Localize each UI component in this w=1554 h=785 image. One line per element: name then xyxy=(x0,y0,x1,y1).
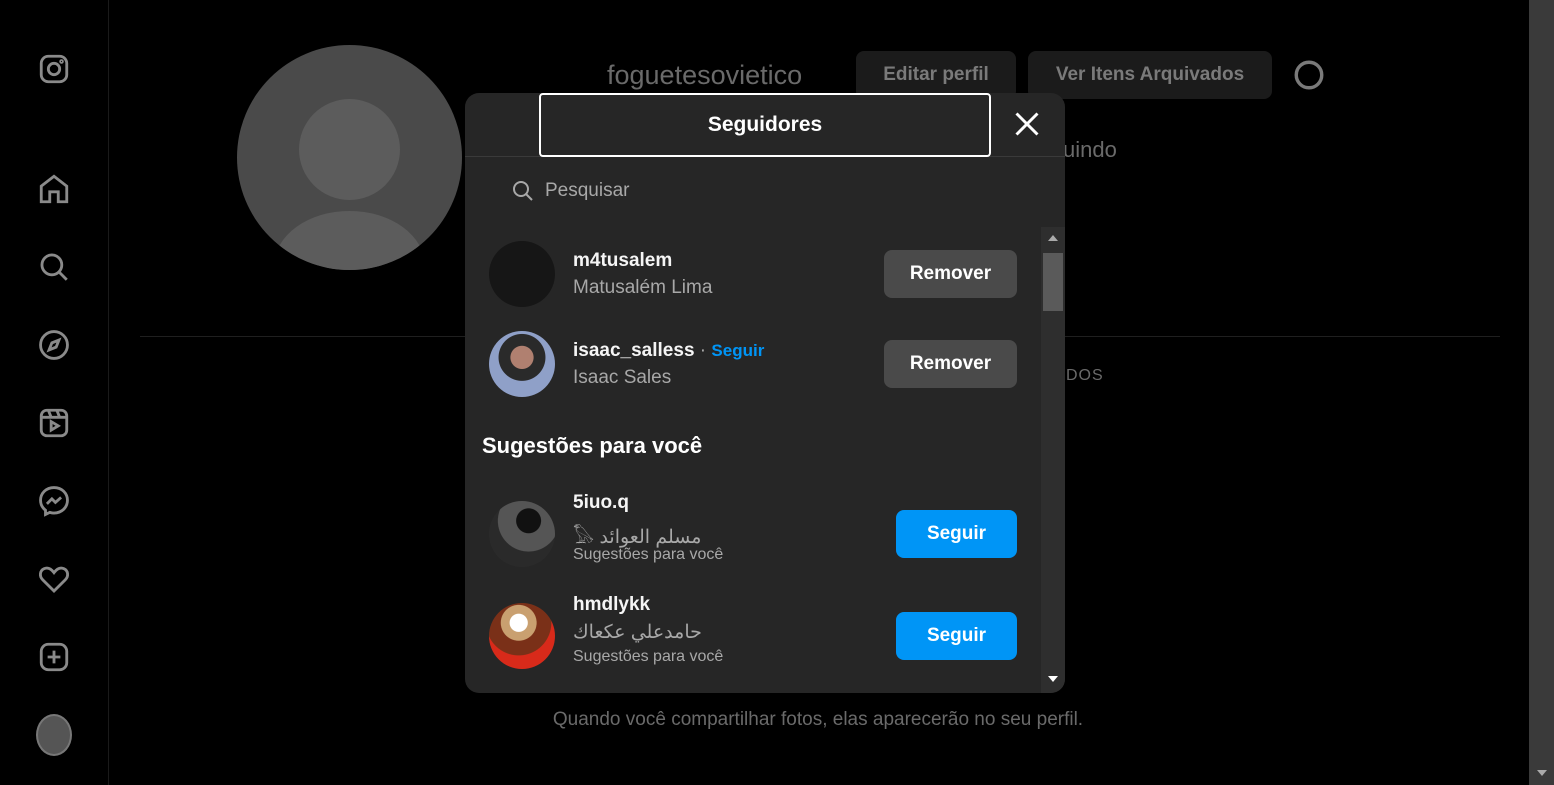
profile-avatar[interactable] xyxy=(237,45,462,270)
search-icon xyxy=(513,181,533,201)
home-icon[interactable] xyxy=(36,171,72,207)
modal-title: Seguidores xyxy=(539,93,991,157)
suggestion-subtitle: Sugestões para você xyxy=(573,546,724,563)
empty-posts-text: Quando você compartilhar fotos, elas apa… xyxy=(552,709,1084,730)
avatar[interactable] xyxy=(489,331,555,397)
remove-button[interactable]: Remover xyxy=(884,250,1017,298)
follow-link[interactable]: Seguir xyxy=(711,341,764,360)
search-icon[interactable] xyxy=(36,249,72,285)
follower-name: Isaac Sales xyxy=(573,367,672,388)
sidebar xyxy=(0,0,109,785)
follower-username-line: isaac_salless · Seguir xyxy=(573,340,764,362)
tab-tagged[interactable]: DOS xyxy=(1066,367,1104,385)
following-count-label[interactable]: uindo xyxy=(1063,137,1117,163)
page-scrollbar[interactable] xyxy=(1529,0,1554,785)
modal-scrollbar[interactable] xyxy=(1041,227,1065,693)
follower-username[interactable]: isaac_salless xyxy=(573,340,695,361)
list-item: 5iuo.q مسلم العوائد 𓅃 Sugestões para voc… xyxy=(489,492,1017,567)
settings-gear-icon[interactable] xyxy=(1292,58,1326,92)
suggestion-username[interactable]: 5iuo.q xyxy=(573,492,629,514)
follow-button[interactable]: Seguir xyxy=(896,510,1017,558)
heart-icon[interactable] xyxy=(36,561,72,597)
messenger-icon[interactable] xyxy=(36,483,72,519)
list-item: hmdlykk حامدعلي عكعاك Sugestões para voc… xyxy=(489,594,1017,669)
instagram-logo-icon[interactable] xyxy=(36,51,72,87)
avatar[interactable] xyxy=(489,241,555,307)
list-item: isaac_salless · Seguir Isaac Sales Remov… xyxy=(489,331,1017,397)
reels-icon[interactable] xyxy=(36,405,72,441)
suggestion-username[interactable]: hmdlykk xyxy=(573,594,650,616)
search-input[interactable]: Pesquisar xyxy=(511,179,630,203)
followers-list: m4tusalem Matusalém Lima Remover isaac_s… xyxy=(465,233,1040,693)
close-icon[interactable] xyxy=(1013,110,1041,138)
list-item: m4tusalem Matusalém Lima Remover xyxy=(489,241,1017,307)
profile-avatar-icon[interactable] xyxy=(36,714,72,756)
modal-header: Seguidores xyxy=(465,93,1065,157)
scrollbar-thumb[interactable] xyxy=(1043,253,1063,311)
scroll-down-arrow-icon[interactable] xyxy=(1048,676,1058,682)
followers-modal: Seguidores Pesquisar m4tusalem Matusalém… xyxy=(465,93,1065,693)
profile-username: foguetesovietico xyxy=(607,60,803,90)
avatar[interactable] xyxy=(489,501,555,567)
remove-button[interactable]: Remover xyxy=(884,340,1017,388)
create-icon[interactable] xyxy=(36,639,72,675)
follower-name: Matusalém Lima xyxy=(573,277,713,298)
suggestions-heading: Sugestões para você xyxy=(482,433,703,458)
follower-username[interactable]: m4tusalem xyxy=(573,250,672,272)
separator: · xyxy=(699,340,707,361)
explore-icon[interactable] xyxy=(36,327,72,363)
scroll-up-arrow-icon[interactable] xyxy=(1048,235,1058,241)
edit-profile-button[interactable]: Editar perfil xyxy=(856,51,1016,99)
avatar[interactable] xyxy=(489,603,555,669)
suggestion-subtitle: Sugestões para você xyxy=(573,648,724,665)
suggestion-name: حامدعلي عكعاك xyxy=(573,622,702,643)
view-archive-button[interactable]: Ver Itens Arquivados xyxy=(1028,51,1272,99)
follow-button[interactable]: Seguir xyxy=(896,612,1017,660)
search-placeholder: Pesquisar xyxy=(545,180,630,201)
